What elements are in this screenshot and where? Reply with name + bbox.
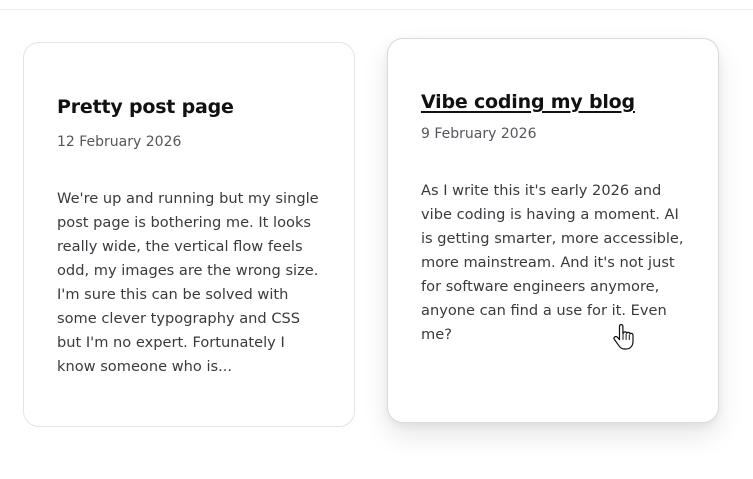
post-card[interactable]: Pretty post page 12 February 2026 We're … [23, 42, 355, 427]
post-title-link[interactable]: Vibe coding my blog [421, 90, 688, 114]
post-excerpt: We're up and running but my single post … [57, 190, 319, 375]
post-date: 12 February 2026 [57, 134, 182, 150]
post-title[interactable]: Pretty post page [57, 95, 324, 119]
post-card-body: Pretty post page 12 February 2026 We're … [57, 95, 324, 379]
header-divider [0, 9, 753, 10]
hand-pointer-icon [613, 324, 634, 350]
post-date: 9 February 2026 [421, 126, 537, 142]
post-excerpt: As I write this it's early 2026 and vibe… [421, 182, 684, 343]
post-card-body: Vibe coding my blog 9 February 2026 As I… [421, 90, 688, 347]
post-card-hovered[interactable]: Vibe coding my blog 9 February 2026 As I… [387, 38, 719, 423]
